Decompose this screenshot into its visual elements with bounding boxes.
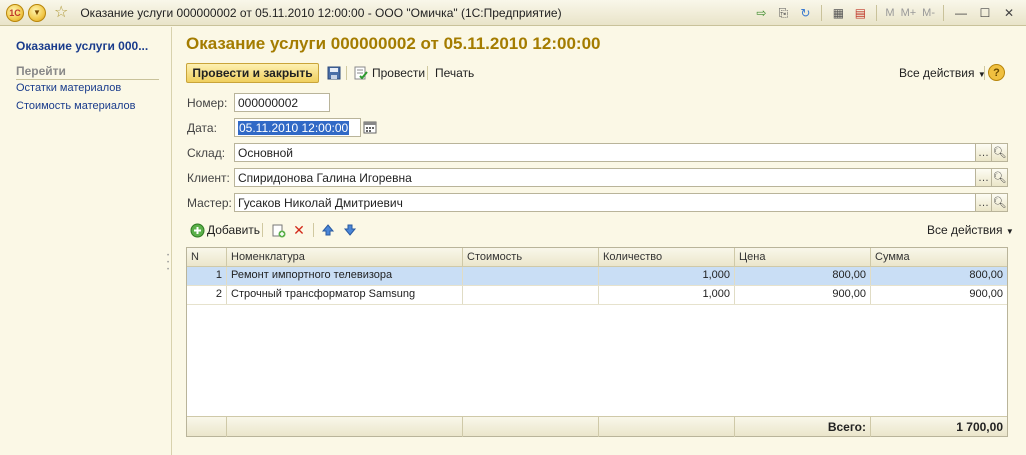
mem-m-button[interactable]: M <box>885 7 894 19</box>
footer-cell-n <box>187 417 227 437</box>
client-select-button[interactable]: … <box>975 168 992 187</box>
cell-qty: 1,000 <box>599 267 735 285</box>
cell-cost <box>463 267 599 285</box>
add-row-button[interactable]: Добавить <box>207 223 260 237</box>
column-header-n[interactable]: N <box>187 248 227 267</box>
nav-link-material-cost[interactable]: Стоимость материалов <box>16 100 135 112</box>
post-icon[interactable] <box>353 65 369 81</box>
save-icon[interactable] <box>326 65 342 81</box>
number-label: Номер: <box>187 96 228 110</box>
warehouse-select-button[interactable]: … <box>975 143 992 162</box>
panel-resize-grip[interactable]: • • • <box>167 253 169 274</box>
column-header-sum[interactable]: Сумма <box>871 248 1007 267</box>
master-select-button[interactable]: … <box>975 193 992 212</box>
cell-n: 2 <box>187 286 227 304</box>
all-actions-label: Все действия <box>899 66 975 80</box>
help-icon[interactable]: ? <box>988 64 1005 81</box>
master-search-icon[interactable]: 🔍︎ <box>991 193 1008 212</box>
column-header-cost[interactable]: Стоимость <box>463 248 599 267</box>
master-field[interactable]: Гусаков Николай Дмитриевич <box>234 193 976 212</box>
move-up-icon[interactable] <box>320 222 336 238</box>
separator <box>984 66 985 80</box>
window-title: Оказание услуги 000000002 от 05.11.2010 … <box>80 5 562 20</box>
separator <box>262 223 263 237</box>
total-sum: 1 700,00 <box>956 420 1003 434</box>
client-field[interactable]: Спиридонова Галина Игоревна <box>234 168 976 187</box>
navigation-panel: Оказание услуги 000... Перейти Остатки м… <box>0 27 172 455</box>
cell-sum: 900,00 <box>969 288 1003 300</box>
date-label: Дата: <box>187 121 217 135</box>
post-button[interactable]: Провести <box>372 66 425 80</box>
client-label: Клиент: <box>187 171 230 185</box>
refresh-icon[interactable]: ↻ <box>797 5 813 21</box>
main-menu-icon[interactable]: ▼ <box>28 3 46 22</box>
master-label: Мастер: <box>187 196 232 210</box>
table-all-actions-label: Все действия <box>927 223 1003 237</box>
total-label: Всего: <box>735 417 871 437</box>
date-value: 05.11.2010 12:00:00 <box>238 121 350 135</box>
warehouse-field[interactable]: Основной <box>234 143 976 162</box>
nav-link-material-balances[interactable]: Остатки материалов <box>16 82 121 94</box>
app-logo-icon[interactable]: 1С <box>6 3 24 22</box>
separator <box>821 5 823 21</box>
table-header: N Номенклатура Стоимость Количество Цена… <box>187 248 1007 267</box>
cell-item: Строчный трансформатор Samsung <box>227 286 463 304</box>
footer-cell-item <box>227 417 463 437</box>
table-row[interactable]: 1 Ремонт импортного телевизора 1,000 800… <box>187 267 1007 286</box>
cell-price: 800,00 <box>735 267 871 285</box>
client-search-icon[interactable]: 🔍︎ <box>991 168 1008 187</box>
separator <box>943 5 944 21</box>
all-actions-menu[interactable]: Все действия ▼ <box>899 66 986 80</box>
separator <box>346 66 347 80</box>
favorite-star-icon[interactable]: ☆ <box>54 4 68 21</box>
chevron-down-icon: ▼ <box>1005 227 1014 236</box>
footer-cell-qty <box>599 417 735 437</box>
calendar-picker-icon[interactable] <box>362 119 378 135</box>
cell-qty: 1,000 <box>599 286 735 304</box>
document-form: Оказание услуги 000000002 от 05.11.2010 … <box>173 27 1026 455</box>
cell-sum: 800,00 <box>969 269 1003 281</box>
nav-section-goto: Перейти <box>16 64 159 80</box>
warehouse-label: Склад: <box>187 146 226 160</box>
footer-cell-cost <box>463 417 599 437</box>
table-all-actions-menu[interactable]: Все действия ▼ <box>927 223 1014 237</box>
cell-cost <box>463 286 599 304</box>
table-footer: Всего: 1 700,00 <box>187 416 1007 437</box>
close-icon[interactable]: ✕ <box>1000 4 1018 22</box>
number-field[interactable]: 000000002 <box>234 93 330 112</box>
add-icon[interactable] <box>189 222 205 238</box>
move-down-icon[interactable] <box>342 222 358 238</box>
goto-link-icon[interactable]: ⇨ <box>753 5 769 21</box>
separator <box>876 5 878 21</box>
nav-current-item[interactable]: Оказание услуги 000... <box>16 39 148 53</box>
mem-plus-button[interactable]: M+ <box>901 7 917 19</box>
document-title: Оказание услуги 000000002 от 05.11.2010 … <box>186 34 601 53</box>
window-titlebar: 1С ▼ ☆ Оказание услуги 000000002 от 05.1… <box>0 0 1026 26</box>
copy-row-icon[interactable] <box>270 222 286 238</box>
cell-n: 1 <box>187 267 227 285</box>
cell-item: Ремонт импортного телевизора <box>227 267 463 285</box>
post-and-close-button[interactable]: Провести и закрыть <box>186 63 319 83</box>
date-field[interactable]: 05.11.2010 12:00:00 <box>234 118 361 137</box>
calculator-icon[interactable]: ▦ <box>830 5 846 21</box>
separator <box>427 66 428 80</box>
mem-minus-button[interactable]: M- <box>922 7 935 19</box>
print-button[interactable]: Печать <box>435 66 474 80</box>
column-header-item[interactable]: Номенклатура <box>227 248 463 267</box>
delete-row-icon[interactable]: ✕ <box>291 222 307 238</box>
warehouse-search-icon[interactable]: 🔍︎ <box>991 143 1008 162</box>
table-row[interactable]: 2 Строчный трансформатор Samsung 1,000 9… <box>187 286 1007 305</box>
cell-price: 900,00 <box>735 286 871 304</box>
minimize-icon[interactable]: — <box>952 4 970 22</box>
column-header-price[interactable]: Цена <box>735 248 871 267</box>
link-icon[interactable]: ⎘ <box>775 5 791 21</box>
maximize-icon[interactable]: ☐ <box>976 4 994 22</box>
services-table[interactable]: N Номенклатура Стоимость Количество Цена… <box>186 247 1008 437</box>
separator <box>313 223 314 237</box>
column-header-qty[interactable]: Количество <box>599 248 735 267</box>
calendar-icon[interactable]: ▤ <box>852 5 868 21</box>
